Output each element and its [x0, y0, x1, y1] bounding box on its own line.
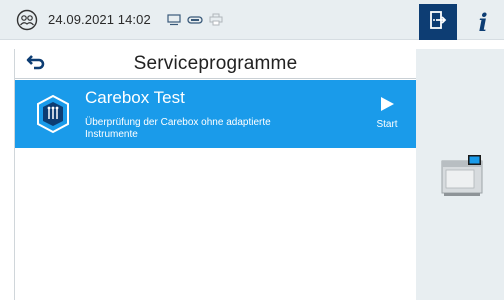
title-bar: Serviceprogramme [15, 49, 416, 79]
device-icon [440, 151, 484, 197]
info-button[interactable]: i [464, 4, 502, 40]
back-arrow-icon [26, 54, 46, 75]
header-actions: i [416, 0, 504, 40]
monitor-icon [167, 13, 181, 26]
start-label: Start [376, 119, 398, 130]
program-title: Carebox Test [85, 88, 185, 107]
page-title: Serviceprogramme [133, 52, 298, 74]
side-panel [416, 49, 504, 300]
exit-button[interactable] [419, 4, 457, 40]
info-icon: i [478, 7, 488, 37]
main-panel: Serviceprogramme Carebox Test Überprüfun… [14, 49, 416, 300]
status-bar: 24.09.2021 14:02 [0, 0, 416, 40]
user-circle-icon[interactable] [16, 9, 38, 31]
program-item-carebox-test[interactable]: Carebox Test Überprüfung der Carebox ohn… [15, 80, 416, 148]
program-description: Überprüfung der Carebox ohne adaptierte … [85, 117, 271, 140]
carebox-shield-icon [35, 94, 71, 134]
exit-door-icon [428, 10, 448, 35]
back-button[interactable] [25, 54, 47, 74]
play-icon [379, 97, 395, 116]
status-datetime: 24.09.2021 14:02 [48, 12, 151, 27]
start-button[interactable]: Start [367, 96, 407, 140]
printer-icon [209, 13, 223, 26]
link-icon [187, 15, 203, 25]
